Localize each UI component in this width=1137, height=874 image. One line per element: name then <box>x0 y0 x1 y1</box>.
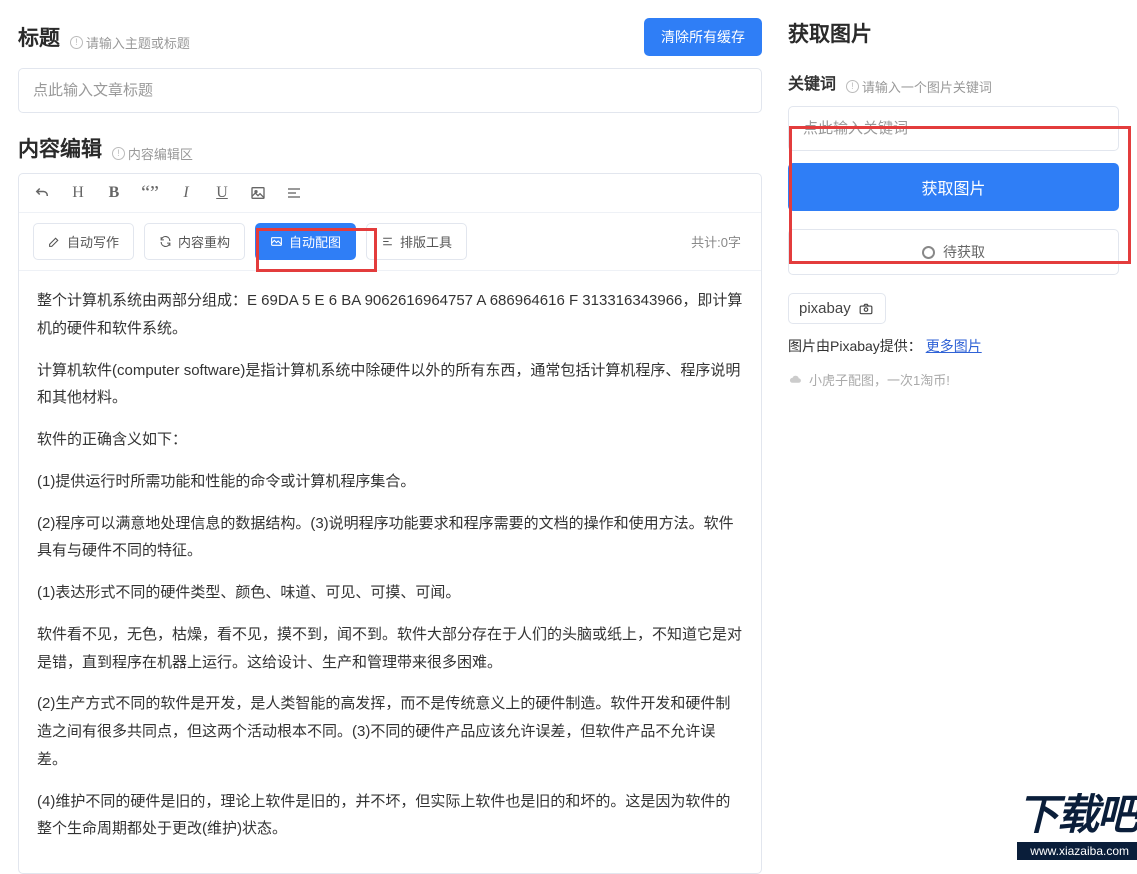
keyword-input[interactable] <box>788 106 1119 151</box>
cloud-icon <box>788 373 803 386</box>
picture-icon <box>270 235 283 248</box>
title-label: 标题 <box>18 27 60 50</box>
watermark: 下载吧 www.xiazaiba.com <box>1017 781 1137 860</box>
provider-line: 图片由Pixabay提供： 更多图片 <box>788 336 1119 356</box>
content-label: 内容编辑 <box>18 138 102 161</box>
undo-icon[interactable] <box>33 184 51 202</box>
image-section-header: 获取图片 <box>788 18 1119 48</box>
content-paragraph: 整个计算机系统由两部分组成：E 69DA 5 E 6 BA 9062616964… <box>37 287 743 343</box>
keyword-label: 关键词 <box>788 76 836 93</box>
pencil-icon <box>48 235 61 248</box>
content-paragraph: 计算机软件(computer software)是指计算机系统中除硬件以外的所有… <box>37 357 743 413</box>
title-hint: ! 请输入主题或标题 <box>70 33 190 52</box>
info-icon: ! <box>846 80 859 93</box>
quote-icon[interactable]: “” <box>141 184 159 202</box>
heading-icon[interactable]: H <box>69 184 87 202</box>
bold-icon[interactable]: B <box>105 184 123 202</box>
title-header: 标题 ! 请输入主题或标题 清除所有缓存 <box>18 18 762 56</box>
keyword-hint: ! 请输入一个图片关键词 <box>846 77 992 96</box>
action-toolbar: 自动写作 内容重构 自动配图 <box>19 213 761 271</box>
more-images-link[interactable]: 更多图片 <box>926 338 982 354</box>
content-paragraph: 软件的正确含义如下： <box>37 426 743 454</box>
clear-cache-button[interactable]: 清除所有缓存 <box>644 18 762 56</box>
format-toolbar: H B “” I U <box>19 174 761 213</box>
auto-image-button[interactable]: 自动配图 <box>255 223 356 260</box>
italic-icon[interactable]: I <box>177 184 195 202</box>
word-count: 共计:0字 <box>691 232 747 251</box>
pixabay-badge: pixabay <box>788 293 886 324</box>
content-paragraph: (2)生产方式不同的软件是开发，是人类智能的高发挥，而不是传统意义上的硬件制造。… <box>37 690 743 773</box>
info-icon: ! <box>70 36 83 49</box>
fetch-image-button[interactable]: 获取图片 <box>788 163 1119 211</box>
content-paragraph: 软件看不见，无色，枯燥，看不见，摸不到，闻不到。软件大部分存在于人们的头脑或纸上… <box>37 621 743 677</box>
footer-hint: 小虎子配图，一次1淘币! <box>788 370 1119 389</box>
content-area[interactable]: 整个计算机系统由两部分组成：E 69DA 5 E 6 BA 9062616964… <box>19 271 761 873</box>
content-hint: ! 内容编辑区 <box>112 144 193 163</box>
content-paragraph: (2)程序可以满意地处理信息的数据结构。(3)说明程序功能要求和程序需要的文档的… <box>37 510 743 566</box>
layout-tool-button[interactable]: 排版工具 <box>366 223 467 260</box>
content-paragraph: (1)提供运行时所需功能和性能的命令或计算机程序集合。 <box>37 468 743 496</box>
editor: H B “” I U 自动写作 <box>18 173 762 874</box>
align-left-icon[interactable] <box>285 184 303 202</box>
camera-icon <box>857 302 875 316</box>
image-icon[interactable] <box>249 184 267 202</box>
title-input[interactable] <box>18 68 762 113</box>
layout-icon <box>381 235 394 248</box>
circle-icon <box>922 246 935 259</box>
pending-status: 待获取 <box>788 229 1119 275</box>
auto-write-button[interactable]: 自动写作 <box>33 223 134 260</box>
refresh-icon <box>159 235 172 248</box>
underline-icon[interactable]: U <box>213 184 231 202</box>
content-paragraph: (1)表达形式不同的硬件类型、颜色、味道、可见、可摸、可闻。 <box>37 579 743 607</box>
content-paragraph: (4)维护不同的硬件是旧的，理论上软件是旧的，并不坏，但实际上软件也是旧的和坏的… <box>37 788 743 844</box>
content-header: 内容编辑 ! 内容编辑区 <box>18 133 762 163</box>
restructure-button[interactable]: 内容重构 <box>144 223 245 260</box>
info-icon: ! <box>112 147 125 160</box>
image-section-title: 获取图片 <box>788 18 872 48</box>
